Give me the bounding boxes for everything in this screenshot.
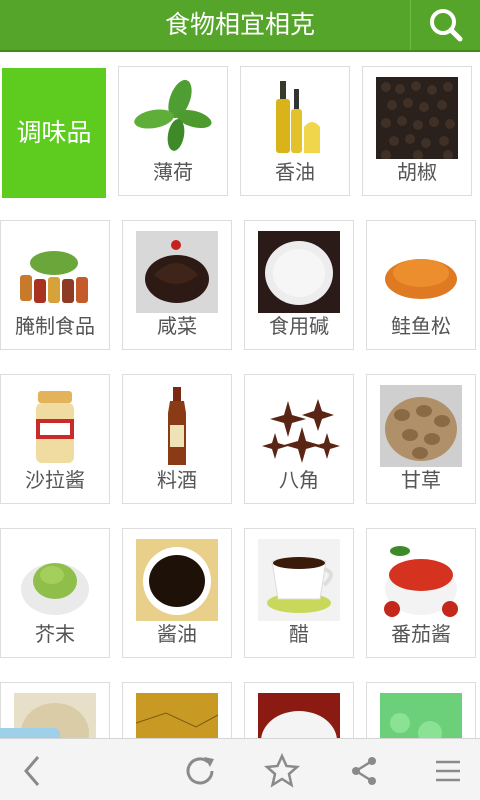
salted-veg-image: [136, 231, 218, 313]
pickled-image: [14, 231, 96, 313]
food-item-edible-alkali[interactable]: 食用碱: [244, 220, 354, 350]
back-button[interactable]: [10, 749, 54, 793]
app-header: 食物相宜相克: [0, 0, 480, 52]
food-label: 食用碱: [269, 314, 329, 338]
bottom-toolbar: [0, 738, 480, 800]
search-button[interactable]: [410, 0, 480, 50]
food-item-salmon-floss[interactable]: 鲑鱼松: [366, 220, 476, 350]
search-icon: [430, 9, 463, 42]
salmon-floss-image: [380, 231, 462, 313]
pepper-image: [376, 77, 458, 159]
food-label: 香油: [275, 160, 315, 184]
food-item-soy-sauce[interactable]: 酱油: [122, 528, 232, 658]
food-item-cooking-wine[interactable]: 料酒: [122, 374, 232, 504]
food-item-pickled[interactable]: 腌制食品: [0, 220, 110, 350]
soy-sauce-image: [136, 539, 218, 621]
food-grid: 调味品 薄荷 香油 胡椒 腌制食品 咸菜 食用碱 鲑鱼松 沙拉酱 料酒 八角 甘…: [0, 60, 480, 738]
share-button[interactable]: [342, 749, 386, 793]
food-image: [380, 693, 462, 738]
food-item-star-anise[interactable]: 八角: [244, 374, 354, 504]
food-label: 芥末: [35, 622, 75, 646]
food-item-licorice[interactable]: 甘草: [366, 374, 476, 504]
food-item-ketchup[interactable]: 番茄酱: [366, 528, 476, 658]
licorice-image: [380, 385, 462, 467]
menu-icon: [436, 760, 460, 782]
food-item-vinegar[interactable]: 醋: [244, 528, 354, 658]
food-label: 沙拉酱: [25, 468, 85, 492]
favorite-button[interactable]: [260, 749, 304, 793]
food-label: 甘草: [401, 468, 441, 492]
menu-button[interactable]: [426, 749, 470, 793]
scroll-indicator: [0, 728, 60, 738]
salad-dressing-image: [14, 385, 96, 467]
food-item-salted-veg[interactable]: 咸菜: [122, 220, 232, 350]
food-item-mint[interactable]: 薄荷: [118, 66, 228, 196]
food-item[interactable]: [244, 682, 354, 738]
food-image: [136, 693, 218, 738]
category-label: 调味品: [16, 118, 92, 147]
food-item-sesame-oil[interactable]: 香油: [240, 66, 350, 196]
food-label: 胡椒: [397, 160, 437, 184]
refresh-button[interactable]: [178, 749, 222, 793]
oil-image: [254, 77, 336, 159]
mustard-image: [14, 539, 96, 621]
food-item[interactable]: [366, 682, 476, 738]
star-icon: [263, 752, 301, 788]
mint-image: [132, 77, 214, 159]
food-label: 腌制食品: [15, 314, 95, 338]
vinegar-image: [258, 539, 340, 621]
food-label: 咸菜: [157, 314, 197, 338]
back-icon: [24, 756, 40, 786]
ketchup-image: [380, 539, 462, 621]
food-label: 酱油: [157, 622, 197, 646]
food-label: 醋: [289, 622, 309, 646]
food-label: 鲑鱼松: [391, 314, 451, 338]
refresh-icon: [186, 757, 214, 785]
food-label: 八角: [279, 468, 319, 492]
page-title: 食物相宜相克: [164, 10, 315, 39]
share-icon: [352, 757, 376, 785]
food-label: 薄荷: [153, 160, 193, 184]
food-item-salad-dressing[interactable]: 沙拉酱: [0, 374, 110, 504]
food-image: [258, 693, 340, 738]
food-item-mustard[interactable]: 芥末: [0, 528, 110, 658]
cooking-wine-image: [136, 385, 218, 467]
food-label: 番茄酱: [391, 622, 451, 646]
food-label: 料酒: [157, 468, 197, 492]
star-anise-image: [258, 385, 340, 467]
food-item-pepper[interactable]: 胡椒: [362, 66, 472, 196]
food-item[interactable]: [122, 682, 232, 738]
alkali-image: [258, 231, 340, 313]
category-tile[interactable]: 调味品: [2, 68, 106, 198]
